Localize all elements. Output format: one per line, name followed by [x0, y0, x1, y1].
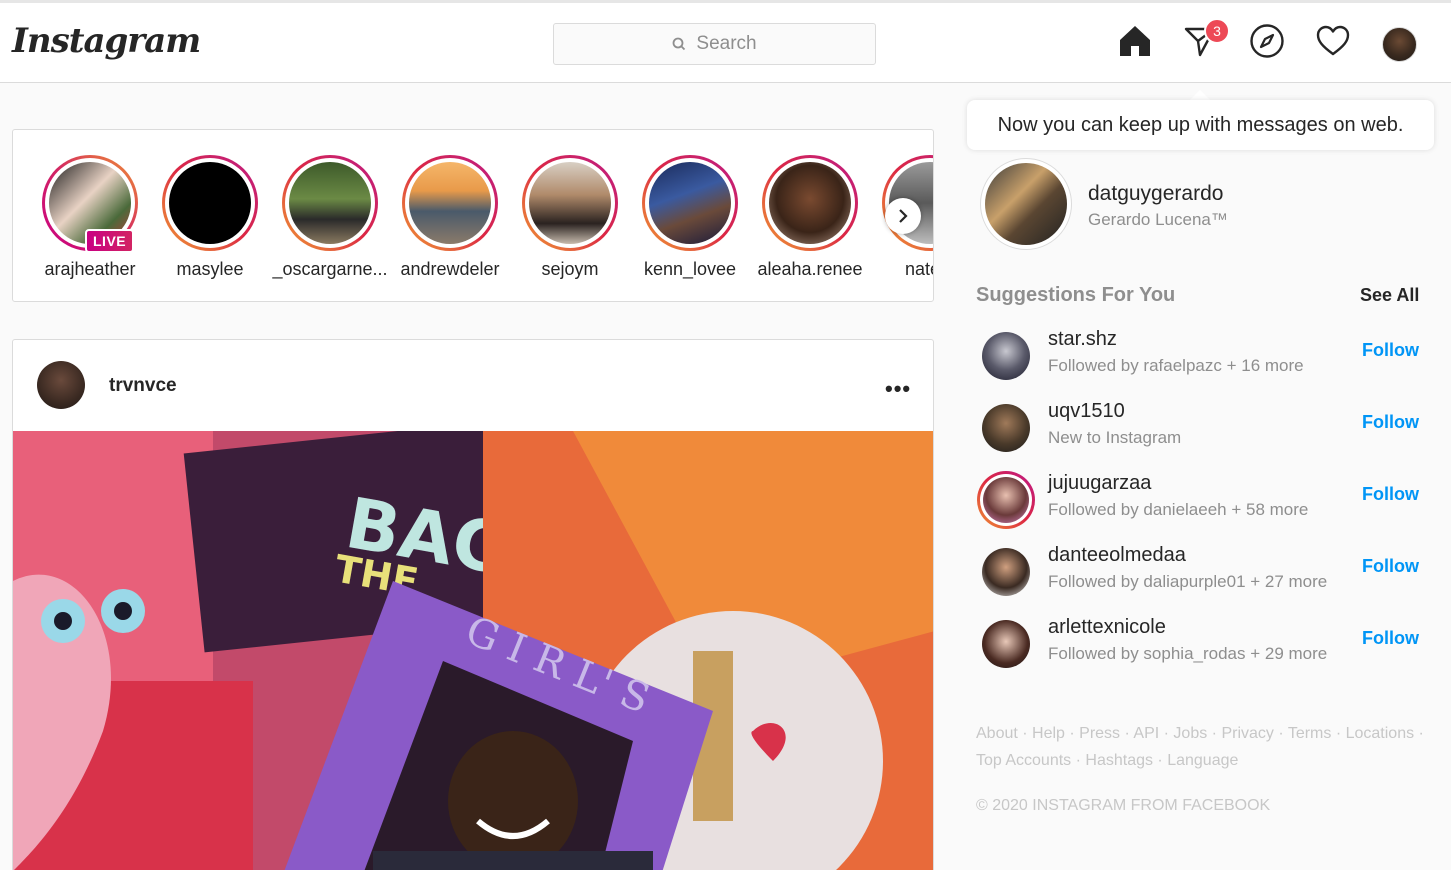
post-author-username[interactable]: trvnvce: [109, 375, 177, 397]
messages-badge: 3: [1204, 18, 1230, 44]
footer-link-press[interactable]: Press: [1079, 725, 1120, 742]
suggestion-subtitle: Followed by daliapurple01 + 27 more: [1048, 572, 1328, 591]
story-username: masylee: [176, 259, 244, 279]
follow-button[interactable]: Follow: [1362, 628, 1419, 649]
suggestion-row: star.shz Followed by rafaelpazc + 16 mor…: [976, 326, 1426, 390]
chevron-right-icon: [899, 209, 908, 223]
story-item[interactable]: andrewdeler: [390, 155, 510, 280]
suggestions-title: Suggestions For You: [976, 284, 1176, 306]
story-username: arajheather: [44, 259, 136, 279]
suggestion-username[interactable]: star.shz: [1048, 328, 1117, 351]
story-avatar: [769, 162, 851, 244]
post-image[interactable]: BACK THE G I R L' S: [13, 431, 933, 870]
story-item[interactable]: kenn_lovee: [630, 155, 750, 280]
suggestion-avatar[interactable]: [977, 471, 1035, 529]
footer-link-help[interactable]: Help: [1032, 725, 1065, 742]
suggestion-subtitle: Followed by sophia_rodas + 29 more: [1048, 644, 1328, 663]
my-profile-avatar[interactable]: [980, 158, 1072, 250]
footer-link-api[interactable]: API: [1133, 725, 1159, 742]
suggestion-avatar[interactable]: [982, 620, 1030, 668]
suggestion-row: uqv1510 New to Instagram Follow: [976, 398, 1426, 462]
search-placeholder: Search: [696, 33, 757, 54]
footer-link-top-accounts[interactable]: Top Accounts: [976, 752, 1071, 769]
story-avatar: [409, 162, 491, 244]
story-avatar: [529, 162, 611, 244]
story-username: sejoym: [541, 259, 599, 279]
story-item[interactable]: aleaha.renee: [750, 155, 870, 280]
footer-link-terms[interactable]: Terms: [1288, 725, 1332, 742]
suggestion-row: danteeolmedaa Followed by daliapurple01 …: [976, 542, 1426, 606]
suggestion-avatar[interactable]: [982, 548, 1030, 596]
messages-tooltip[interactable]: Now you can keep up with messages on web…: [967, 100, 1434, 150]
copyright: © 2020 INSTAGRAM FROM FACEBOOK: [976, 797, 1271, 814]
story-avatar: [649, 162, 731, 244]
story-item[interactable]: masylee: [150, 155, 270, 280]
footer-link-jobs[interactable]: Jobs: [1173, 725, 1207, 742]
suggestion-username[interactable]: uqv1510: [1048, 400, 1125, 423]
home-icon[interactable]: [1117, 23, 1153, 59]
story-item[interactable]: sejoym: [510, 155, 630, 280]
footer-link-hashtags[interactable]: Hashtags: [1085, 752, 1153, 769]
story-item[interactable]: LIVE arajheather: [30, 155, 150, 280]
suggestion-row: arlettexnicole Followed by sophia_rodas …: [976, 614, 1426, 678]
follow-button[interactable]: Follow: [1362, 556, 1419, 577]
profile-avatar[interactable]: [1382, 27, 1417, 62]
story-username: nate.b: [904, 259, 933, 279]
my-username[interactable]: datguygerardo: [1088, 182, 1223, 206]
suggestion-avatar[interactable]: [982, 404, 1030, 452]
suggestion-username[interactable]: danteeolmedaa: [1048, 544, 1186, 567]
follow-button[interactable]: Follow: [1362, 412, 1419, 433]
story-username: kenn_lovee: [643, 259, 737, 279]
suggestion-username[interactable]: jujuugarzaa: [1048, 472, 1151, 495]
footer-link-about[interactable]: About: [976, 725, 1018, 742]
heart-icon[interactable]: [1315, 23, 1351, 59]
search-input[interactable]: Search: [553, 23, 876, 65]
suggestion-subtitle: Followed by danielaeeh + 58 more: [1048, 500, 1309, 519]
story-avatar: [169, 162, 251, 244]
story-username: _oscargarne...: [272, 259, 388, 279]
footer-link-language[interactable]: Language: [1167, 752, 1238, 769]
explore-icon[interactable]: [1249, 23, 1285, 59]
footer-link-privacy[interactable]: Privacy: [1221, 725, 1273, 742]
story-avatar: [289, 162, 371, 244]
stories-tray: LIVE arajheather masylee _oscargarne... …: [12, 129, 934, 302]
search-icon: [672, 37, 686, 51]
top-nav: Instagram Search: [0, 3, 1451, 83]
my-full-name: Gerardo Lucena™: [1088, 210, 1228, 229]
feed-post: trvnvce ••• BACK THE G I R L' S: [12, 339, 934, 870]
instagram-logo[interactable]: Instagram: [12, 21, 201, 61]
suggestion-subtitle: Followed by rafaelpazc + 16 more: [1048, 356, 1304, 375]
story-username: aleaha.renee: [757, 259, 863, 279]
follow-button[interactable]: Follow: [1362, 340, 1419, 361]
stories-next-button[interactable]: [885, 198, 921, 234]
follow-button[interactable]: Follow: [1362, 484, 1419, 505]
live-badge: LIVE: [85, 229, 135, 253]
more-options-icon[interactable]: •••: [885, 376, 911, 402]
post-author-avatar[interactable]: [37, 361, 85, 409]
suggestion-row: jujuugarzaa Followed by danielaeeh + 58 …: [976, 470, 1426, 534]
suggestion-username[interactable]: arlettexnicole: [1048, 616, 1166, 639]
see-all-link[interactable]: See All: [1360, 285, 1419, 306]
suggestion-subtitle: New to Instagram: [1048, 428, 1182, 447]
story-item[interactable]: _oscargarne...: [270, 155, 390, 280]
footer-link-locations[interactable]: Locations: [1346, 725, 1415, 742]
story-username: andrewdeler: [400, 259, 500, 279]
footer-links: About · Help · Press · API · Jobs · Priv…: [976, 725, 1424, 769]
suggestion-avatar[interactable]: [982, 332, 1030, 380]
